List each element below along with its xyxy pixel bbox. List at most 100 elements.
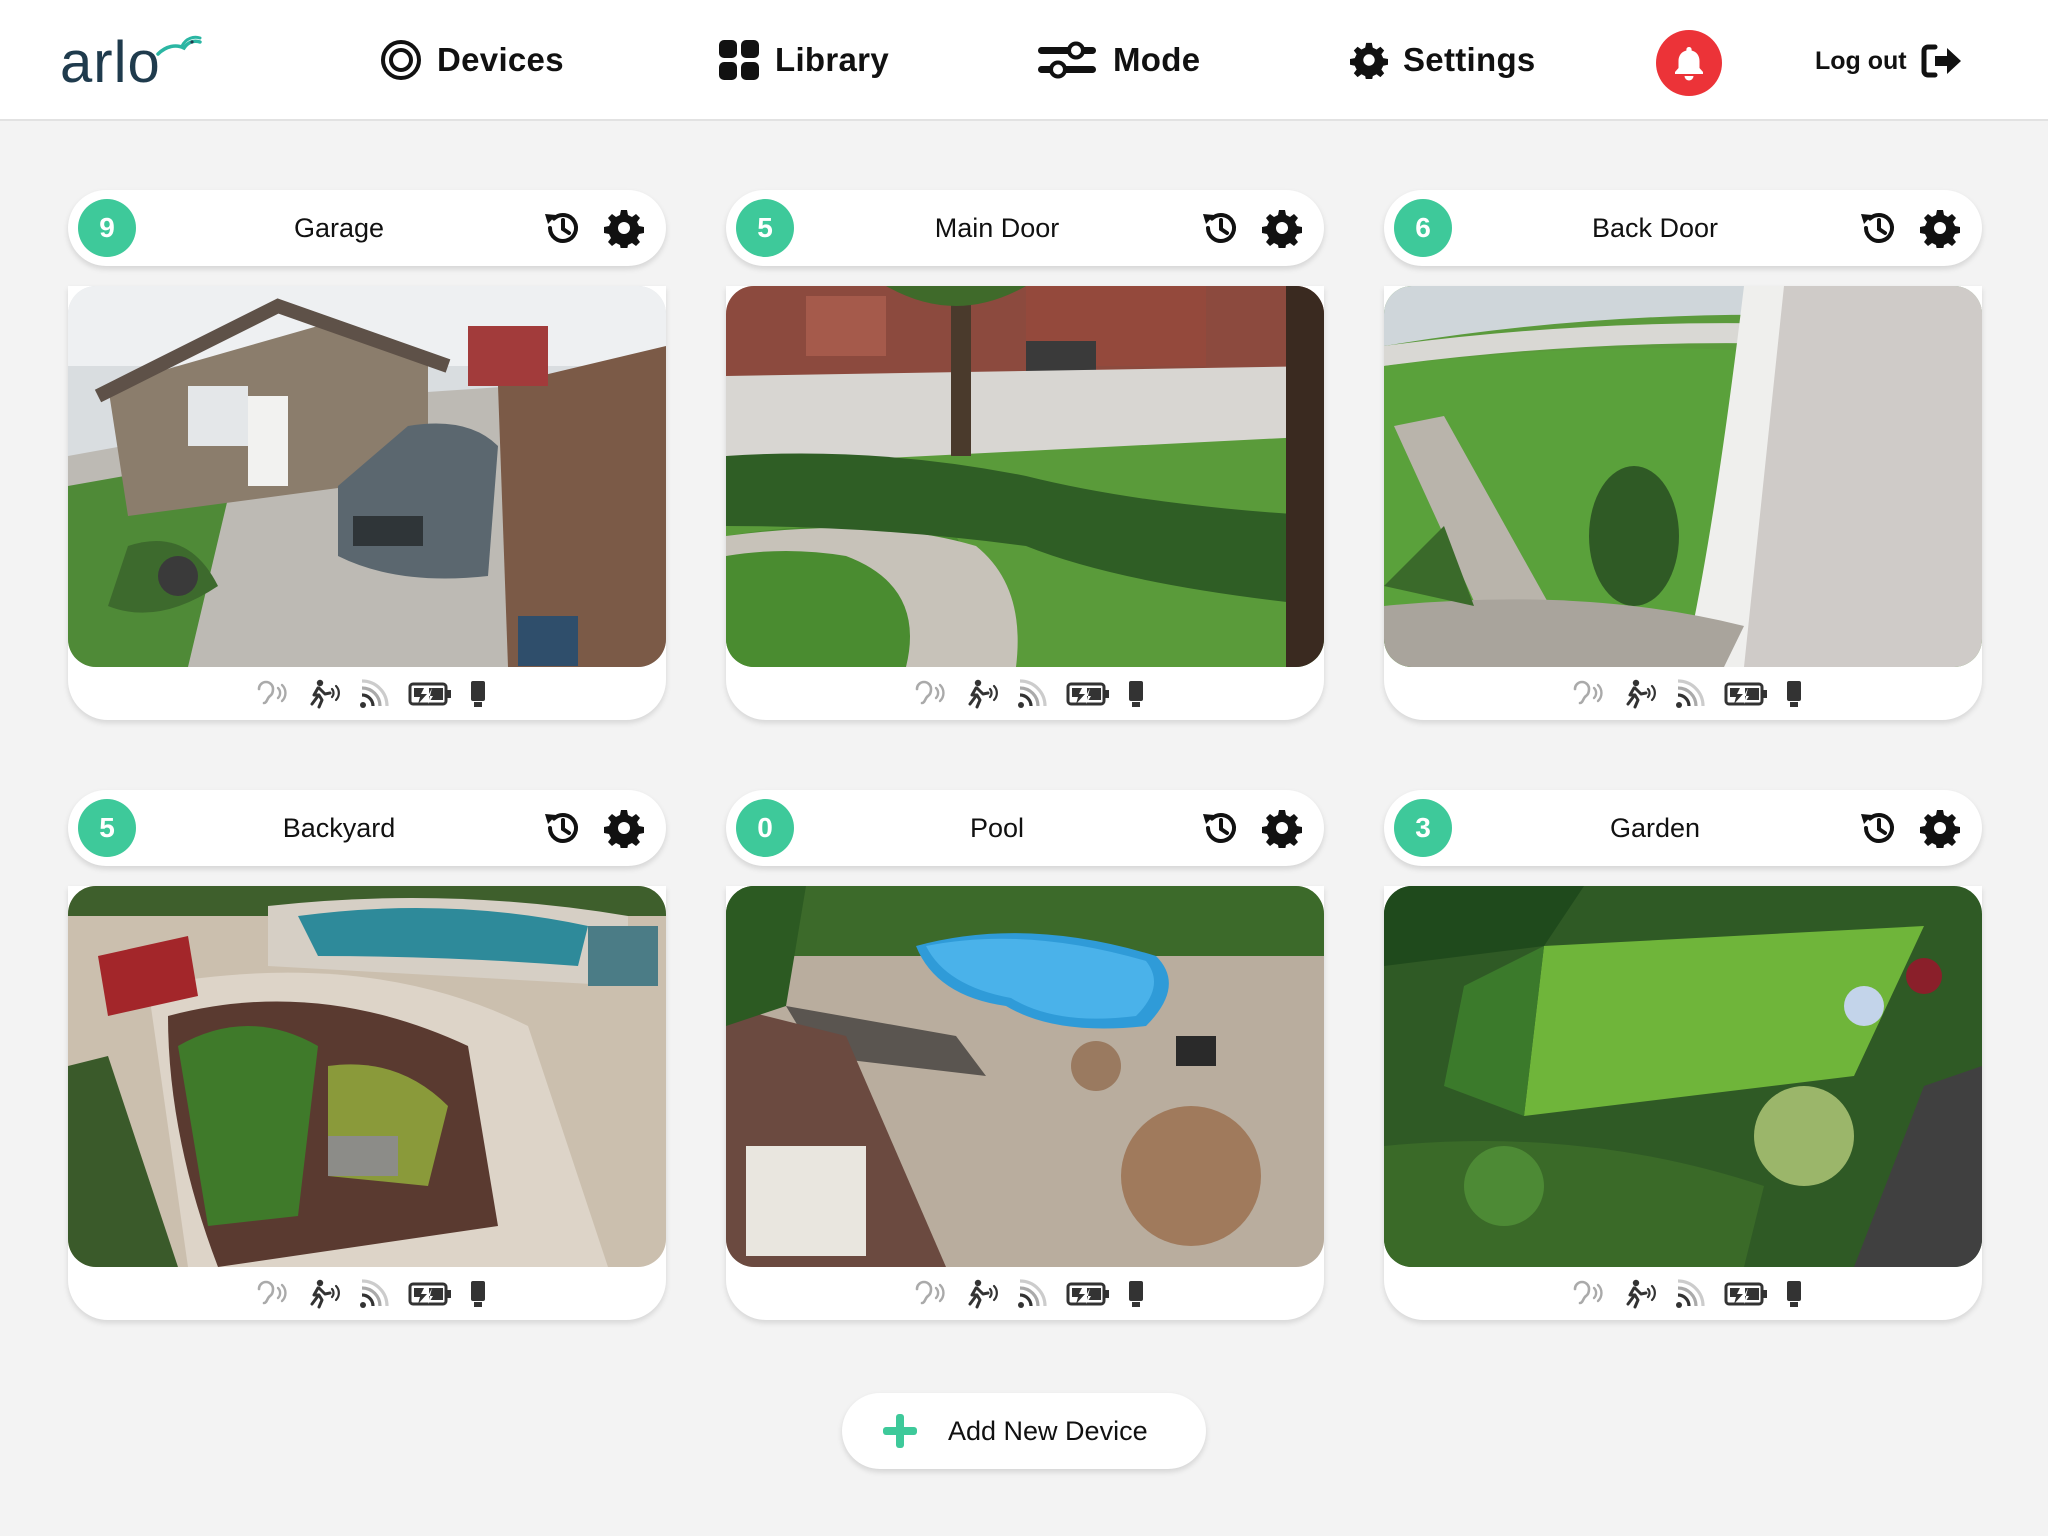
device-icon xyxy=(1129,681,1143,707)
motion-icon xyxy=(310,679,340,709)
nav-library[interactable]: Library xyxy=(718,36,889,84)
audio-icon xyxy=(257,1280,287,1305)
audio-icon xyxy=(257,680,287,705)
camera-settings-gear-icon[interactable] xyxy=(1262,208,1302,248)
audio-icon xyxy=(915,1280,945,1305)
battery-charging-icon xyxy=(1724,682,1767,706)
nav-devices[interactable]: Devices xyxy=(380,36,564,84)
camera-settings-gear-icon[interactable] xyxy=(604,208,644,248)
audio-icon xyxy=(1573,680,1603,705)
event-count-badge[interactable]: 5 xyxy=(736,199,794,257)
camera-feed[interactable] xyxy=(1384,886,1982,1267)
status-icons xyxy=(914,1274,1144,1314)
camera-name: Backyard xyxy=(282,813,396,843)
device-icon xyxy=(471,1281,485,1307)
camera-card-garage: 9 Garage xyxy=(68,190,666,720)
camera-body xyxy=(726,886,1324,1320)
camera-name: Garden xyxy=(1609,813,1701,843)
device-icon xyxy=(1129,1281,1143,1307)
event-count-badge[interactable]: 5 xyxy=(78,799,136,857)
logo-bird-icon xyxy=(156,35,202,56)
history-icon[interactable] xyxy=(1858,808,1898,848)
signal-icon xyxy=(1676,679,1705,708)
mode-sliders-icon xyxy=(1038,41,1096,79)
camera-name: Main Door xyxy=(934,213,1060,243)
audio-icon xyxy=(1573,1280,1603,1305)
status-icons xyxy=(1572,1274,1802,1314)
camera-card-garden: 3 Garden xyxy=(1384,790,1982,1320)
event-count-badge[interactable]: 3 xyxy=(1394,799,1452,857)
camera-header: 5 Main Door xyxy=(726,190,1324,266)
event-count-badge[interactable]: 6 xyxy=(1394,199,1452,257)
camera-body xyxy=(68,286,666,720)
camera-body xyxy=(68,886,666,1320)
signal-icon xyxy=(360,1279,389,1308)
feed-image xyxy=(726,886,1324,1267)
logout-label: Log out xyxy=(1815,46,1907,75)
history-icon[interactable] xyxy=(542,808,582,848)
history-icon[interactable] xyxy=(1200,808,1240,848)
motion-icon xyxy=(1626,1279,1656,1309)
camera-card-backyard: 5 Backyard xyxy=(68,790,666,1320)
nav-mode[interactable]: Mode xyxy=(1036,36,1200,84)
add-new-device-label: Add New Device xyxy=(948,1415,1148,1446)
camera-header: 9 Garage xyxy=(68,190,666,266)
nav-mode-label: Mode xyxy=(1113,41,1201,78)
battery-charging-icon xyxy=(1066,682,1109,706)
camera-settings-gear-icon[interactable] xyxy=(1920,808,1960,848)
device-icon xyxy=(1787,681,1801,707)
gear-icon xyxy=(1350,42,1388,79)
camera-header: 5 Backyard xyxy=(68,790,666,866)
feed-image xyxy=(68,286,666,667)
motion-icon xyxy=(968,1279,998,1309)
motion-icon xyxy=(1626,679,1656,709)
status-icons xyxy=(256,1274,486,1314)
camera-feed[interactable] xyxy=(1384,286,1982,667)
signal-icon xyxy=(360,679,389,708)
status-icons xyxy=(1572,674,1802,714)
event-count-badge[interactable]: 9 xyxy=(78,199,136,257)
camera-body xyxy=(1384,886,1982,1320)
camera-feed[interactable] xyxy=(68,886,666,1267)
event-count-badge[interactable]: 0 xyxy=(736,799,794,857)
camera-body xyxy=(726,286,1324,720)
logout-button[interactable]: Log out xyxy=(1815,40,1963,82)
notifications-button[interactable] xyxy=(1656,30,1722,96)
camera-header: 3 Garden xyxy=(1384,790,1982,866)
camera-settings-gear-icon[interactable] xyxy=(604,808,644,848)
feed-image xyxy=(1384,886,1982,1267)
nav-settings[interactable]: Settings xyxy=(1350,36,1536,84)
camera-header: 6 Back Door xyxy=(1384,190,1982,266)
camera-settings-gear-icon[interactable] xyxy=(1262,808,1302,848)
signal-icon xyxy=(1676,1279,1705,1308)
device-icon xyxy=(1787,1281,1801,1307)
feed-image xyxy=(726,286,1324,667)
history-icon[interactable] xyxy=(1858,208,1898,248)
signal-icon xyxy=(1018,679,1047,708)
feed-image xyxy=(68,886,666,1267)
camera-feed[interactable] xyxy=(68,286,666,667)
camera-settings-gear-icon[interactable] xyxy=(1920,208,1960,248)
device-icon xyxy=(471,681,485,707)
motion-icon xyxy=(310,1279,340,1309)
audio-icon xyxy=(915,680,945,705)
signal-icon xyxy=(1018,1279,1047,1308)
history-icon[interactable] xyxy=(1200,208,1240,248)
nav-settings-label: Settings xyxy=(1403,41,1536,78)
camera-card-main-door: 5 Main Door xyxy=(726,190,1324,720)
motion-icon xyxy=(968,679,998,709)
logo-text: arlo xyxy=(60,30,161,95)
library-grid-icon xyxy=(719,40,759,80)
arlo-logo[interactable]: arlo xyxy=(60,30,202,95)
history-icon[interactable] xyxy=(542,208,582,248)
add-new-device-button[interactable]: Add New Device xyxy=(842,1393,1206,1469)
battery-charging-icon xyxy=(1724,1282,1767,1306)
battery-charging-icon xyxy=(1066,1282,1109,1306)
nav-devices-label: Devices xyxy=(437,41,564,78)
nav-library-label: Library xyxy=(775,41,889,78)
camera-name: Pool xyxy=(969,813,1025,843)
battery-charging-icon xyxy=(408,682,451,706)
camera-feed[interactable] xyxy=(726,886,1324,1267)
camera-feed[interactable] xyxy=(726,286,1324,667)
status-icons xyxy=(256,674,486,714)
